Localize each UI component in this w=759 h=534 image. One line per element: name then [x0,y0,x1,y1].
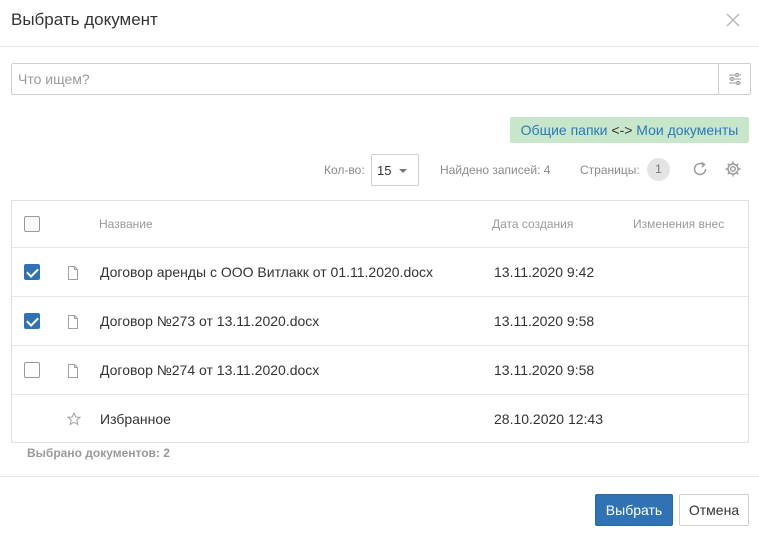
chevron-down-icon [399,169,407,173]
count-value: 15 [377,163,392,178]
select-document-dialog: Выбрать документ Общие папки <-> Мои док… [0,0,759,534]
file-icon [68,364,78,378]
document-name[interactable]: Договор №273 от 13.11.2020.docx [100,313,319,329]
document-name[interactable]: Избранное [100,411,171,427]
search-input[interactable] [12,64,719,94]
sliders-icon [728,73,741,85]
dialog-footer: Выбрать Отмена [0,476,759,534]
column-date-header[interactable]: Дата создания [492,217,573,231]
records-found: Найдено записей: 4 [440,163,551,177]
select-all-checkbox[interactable] [24,216,40,232]
document-date: 28.10.2020 12:43 [494,411,603,427]
row-checkbox[interactable] [24,264,40,280]
dialog-header: Выбрать документ [0,0,759,47]
shared-folders-link[interactable]: Общие папки [521,122,608,138]
folder-switch-link[interactable]: Общие папки <-> Мои документы [510,117,749,143]
table-row[interactable]: Договор №273 от 13.11.2020.docx 13.11.20… [12,297,748,346]
document-date: 13.11.2020 9:58 [494,362,595,378]
document-date: 13.11.2020 9:58 [494,313,595,329]
switch-arrow: <-> [611,122,633,138]
document-name[interactable]: Договор аренды с ООО Витлакк от 01.11.20… [100,264,433,280]
document-name[interactable]: Договор №274 от 13.11.2020.docx [100,362,319,378]
close-icon[interactable] [725,12,741,28]
column-changed-by-header[interactable]: Изменения внес [633,217,724,231]
cancel-button[interactable]: Отмена [679,494,749,526]
count-select[interactable]: 15 [371,154,419,186]
refresh-icon[interactable] [691,160,709,178]
row-checkbox[interactable] [24,362,40,378]
filter-settings-button[interactable] [718,64,750,94]
document-date: 13.11.2020 9:42 [494,264,595,280]
file-icon [68,315,78,329]
pages-label: Страницы: [580,163,640,177]
selected-count: Выбрано документов: 2 [27,446,170,460]
file-icon [68,266,78,280]
column-name-header[interactable]: Название [99,217,153,231]
documents-table: Название Дата создания Изменения внес До… [11,200,749,443]
table-header: Название Дата создания Изменения внес [12,201,748,248]
table-row[interactable]: Договор №274 от 13.11.2020.docx 13.11.20… [12,346,748,395]
dialog-title: Выбрать документ [11,10,158,29]
table-row[interactable]: Договор аренды с ООО Витлакк от 01.11.20… [12,248,748,297]
search-box [11,63,751,95]
select-button[interactable]: Выбрать [595,494,673,526]
page-number[interactable]: 1 [647,158,670,181]
star-icon[interactable] [67,412,81,426]
row-checkbox[interactable] [24,313,40,329]
count-label: Кол-во: [324,163,365,177]
gear-icon[interactable] [724,160,742,178]
my-documents-link[interactable]: Мои документы [636,122,738,138]
table-row[interactable]: Избранное 28.10.2020 12:43 [12,395,748,442]
